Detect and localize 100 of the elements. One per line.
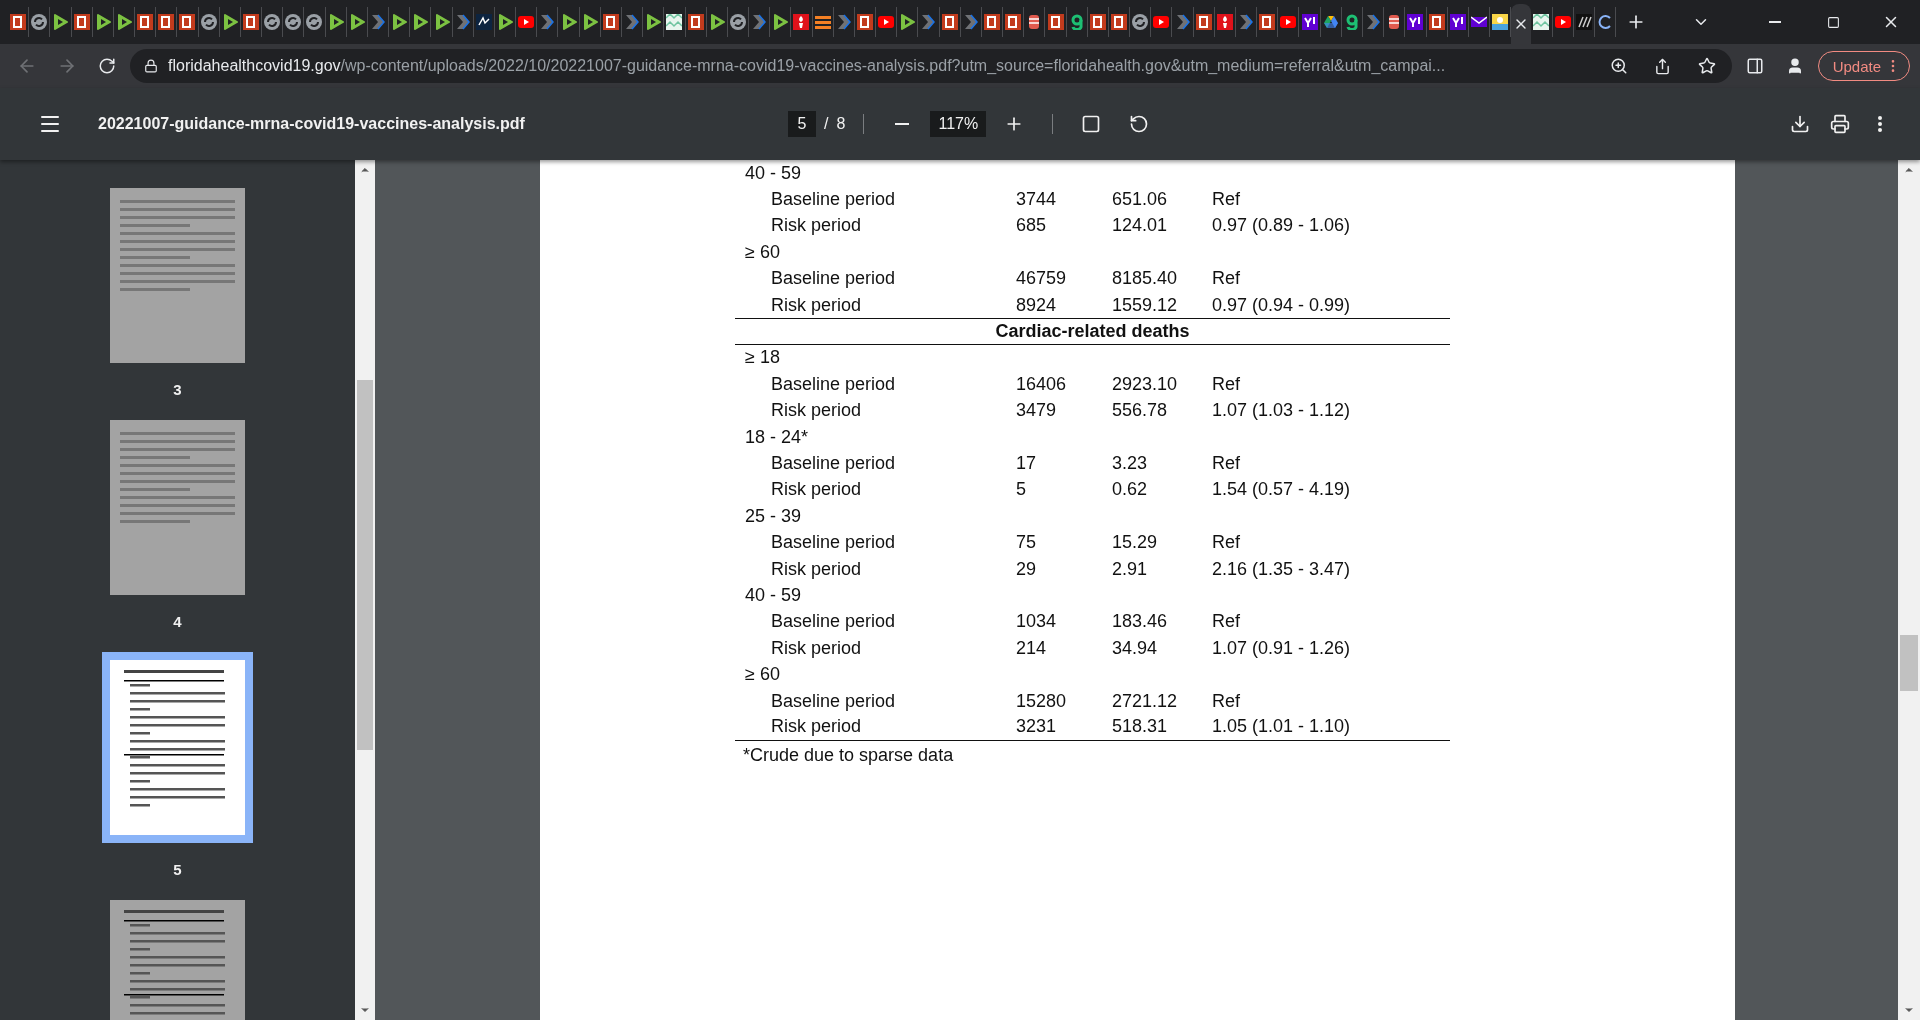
browser-tab[interactable] xyxy=(240,7,263,37)
table-cell-text: 16406 xyxy=(1016,373,1068,395)
browser-tab[interactable] xyxy=(1087,7,1109,37)
browser-tab[interactable] xyxy=(8,7,30,37)
browser-tab[interactable] xyxy=(516,7,538,37)
browser-tab[interactable] xyxy=(1151,7,1173,37)
browser-tab[interactable] xyxy=(664,7,686,37)
play-icon xyxy=(645,14,662,30)
table-cell-text: 3479 xyxy=(1016,400,1058,422)
browser-tab[interactable] xyxy=(1426,7,1448,37)
flame-icon xyxy=(1216,14,1233,30)
scrollbar[interactable] xyxy=(1898,160,1920,1020)
video-play-icon xyxy=(1153,14,1170,30)
table-cell-text: 1.07 (0.91 - 1.26) xyxy=(1212,637,1352,659)
framed-tile-icon xyxy=(1259,14,1276,30)
zoom-field[interactable]: 117% xyxy=(930,111,987,137)
browser-tab[interactable] xyxy=(1552,7,1574,37)
browser-tab[interactable] xyxy=(685,7,707,37)
play-icon xyxy=(391,14,408,30)
browser-tab[interactable] xyxy=(198,7,220,37)
table-cell-text: 0.62 xyxy=(1112,479,1149,501)
table-cell-text: 556.78 xyxy=(1112,400,1169,422)
browser-tab[interactable] xyxy=(262,7,284,37)
table-cell-text: 214 xyxy=(1016,637,1048,659)
browser-tab[interactable] xyxy=(791,7,813,37)
chevron-icon xyxy=(751,14,768,30)
browser-tab[interactable] xyxy=(1447,7,1469,37)
page-separator: / xyxy=(824,115,829,133)
circle-arrows-icon xyxy=(1132,14,1149,30)
browser-tab[interactable] xyxy=(1130,7,1152,37)
browser-tab[interactable] xyxy=(156,7,178,37)
page-thumbnail[interactable] xyxy=(110,188,245,363)
circle-arrows-icon xyxy=(285,14,302,30)
browser-tab[interactable] xyxy=(1573,7,1595,37)
play-icon xyxy=(433,14,450,30)
page-thumbnail[interactable] xyxy=(102,652,253,843)
age-group: 18 - 24* xyxy=(735,426,1016,448)
browser-tab[interactable] xyxy=(727,7,749,37)
browser-tab[interactable] xyxy=(600,7,622,37)
play-icon xyxy=(899,14,916,30)
browser-tab[interactable] xyxy=(1193,7,1215,37)
table-cell-text: Risk period xyxy=(770,215,863,237)
browser-tab[interactable] xyxy=(812,7,834,37)
rotate-icon xyxy=(1129,114,1150,134)
page-number: 4 xyxy=(173,613,182,630)
browser-tab[interactable] xyxy=(1257,7,1279,37)
browser-tab[interactable] xyxy=(1490,7,1512,37)
browser-tab[interactable] xyxy=(939,7,961,37)
play-icon xyxy=(497,14,514,30)
table-cell-text: 15280 xyxy=(1016,690,1068,712)
browser-tab[interactable] xyxy=(854,7,877,37)
browser-tab[interactable] xyxy=(1214,7,1236,37)
table-cell-text: Ref xyxy=(1212,189,1241,211)
browser-tab[interactable] xyxy=(304,7,326,37)
url-text: floridahealthcovid19.gov/wp-content/uploads/2022/10/20221007-guidance-mrna-covid19-vaccines-analysis.pdf?utm_source=floridahealth.gov&utm_medium=referral&utm_campai... xyxy=(168,57,1447,75)
browser-tab[interactable] xyxy=(1278,7,1300,37)
framed-tile-icon xyxy=(687,14,704,30)
browser-tab[interactable] xyxy=(1531,7,1553,37)
age-group: 25 - 39 xyxy=(735,505,1016,527)
age-group: 40 - 59 xyxy=(735,584,1016,606)
browser-tab[interactable] xyxy=(981,7,1004,37)
table-cell-text: 183.46 xyxy=(1112,611,1169,633)
table-cell-text: 3744 xyxy=(1016,189,1058,211)
play-icon xyxy=(412,14,429,30)
chevron-icon xyxy=(370,14,386,30)
chevron-icon xyxy=(454,14,471,30)
table-cell-text: Ref xyxy=(1212,268,1241,290)
address-bar[interactable]: floridahealthcovid19.gov/wp-content/uploads/2022/10/20221007-guidance-mrna-covid19-vaccines-analysis.pdf?utm_source=floridahealth.gov&utm_medium=referral&utm_campai... xyxy=(130,49,1732,83)
table-cell-text: 685 xyxy=(1016,215,1048,237)
browser-tab[interactable] xyxy=(1299,7,1321,37)
scrollbar[interactable] xyxy=(355,160,375,1020)
table-cell-text: Baseline period xyxy=(770,690,897,712)
side-panel-icon xyxy=(1745,57,1764,75)
browser-tab[interactable] xyxy=(876,7,898,37)
framed-tile-icon xyxy=(242,14,259,30)
browser-tab[interactable] xyxy=(135,7,157,37)
pattern-tile-icon xyxy=(666,14,683,30)
table-cell-text: 2.91 xyxy=(1112,558,1149,580)
browser-tab[interactable] xyxy=(71,7,93,37)
download-icon xyxy=(1790,114,1810,134)
circle-arrows-icon xyxy=(31,14,48,30)
browser-tab[interactable] xyxy=(283,7,305,37)
browser-tab[interactable] xyxy=(1405,7,1427,37)
browser-tab[interactable] xyxy=(29,7,51,37)
browser-tab[interactable] xyxy=(1468,7,1491,37)
page-number-field[interactable]: 5 xyxy=(788,111,816,137)
browser-tab[interactable] xyxy=(473,7,495,37)
table-cell-text: Baseline period xyxy=(770,532,897,554)
pattern-tile-icon xyxy=(1533,14,1550,30)
framed-tile-icon xyxy=(1111,14,1127,30)
browser-tab[interactable] xyxy=(1108,7,1131,37)
table-cell-text: 34.94 xyxy=(1112,637,1159,659)
page-thumbnail[interactable] xyxy=(110,420,245,595)
browser-tab[interactable] xyxy=(1003,7,1025,37)
table-cell-text: Risk period xyxy=(770,716,863,738)
browser-tab[interactable] xyxy=(177,7,199,37)
browser-tab[interactable] xyxy=(1045,7,1067,37)
table-cell-text: 518.31 xyxy=(1112,716,1169,738)
table-cell-text: 1.07 (1.03 - 1.12) xyxy=(1212,400,1352,422)
chevron-icon xyxy=(1174,14,1191,30)
